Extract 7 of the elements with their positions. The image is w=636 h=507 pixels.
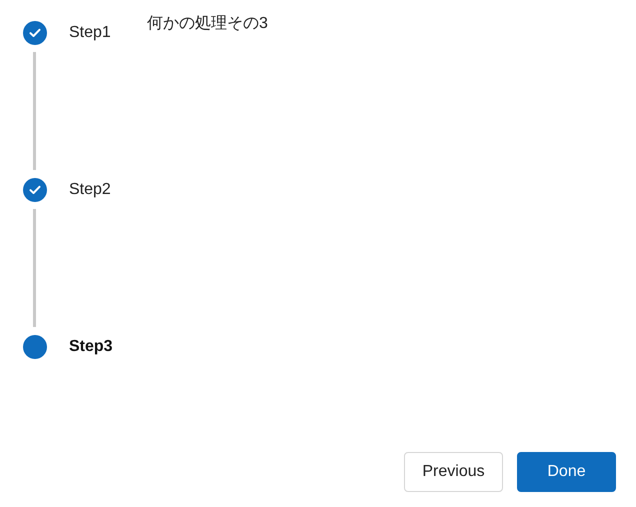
- step-label: Step3: [69, 338, 113, 356]
- previous-button[interactable]: Previous: [404, 452, 503, 492]
- done-button[interactable]: Done: [517, 452, 616, 492]
- step-indicator: [23, 335, 47, 359]
- step-label: Step1: [69, 24, 111, 42]
- step-label: Step2: [69, 181, 111, 199]
- content-text: 何かの処理その3: [147, 14, 268, 34]
